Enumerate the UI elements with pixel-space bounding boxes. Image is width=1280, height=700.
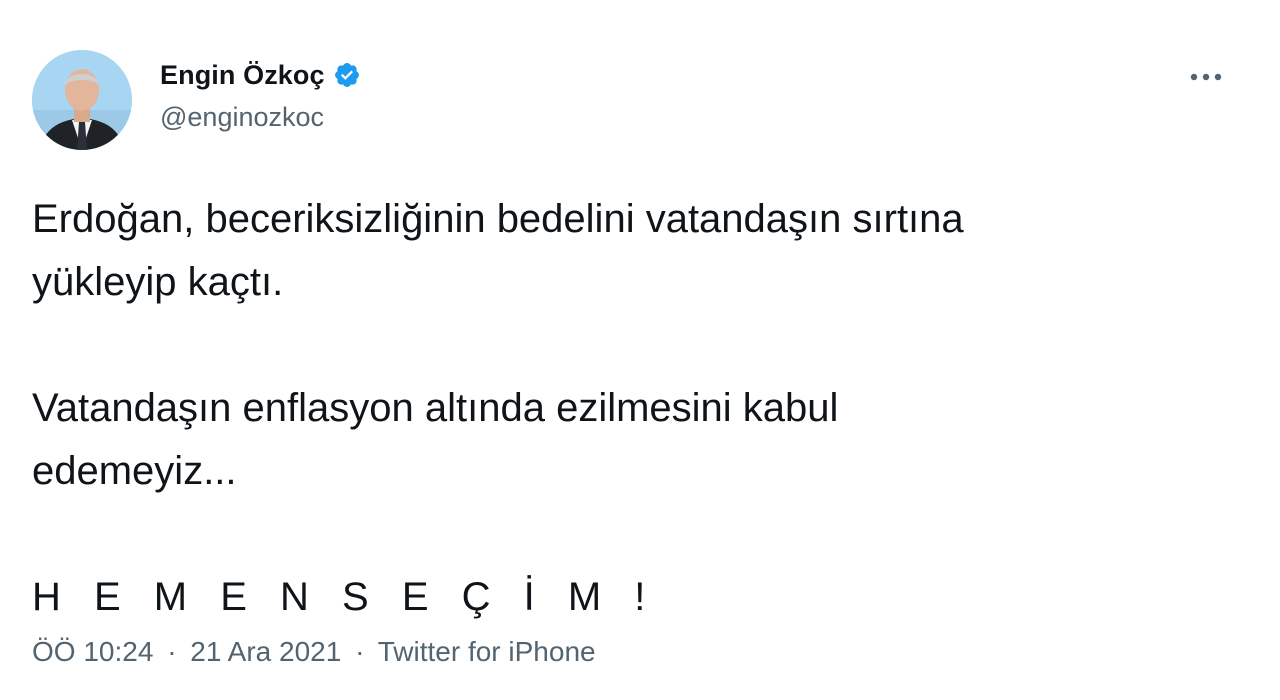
tweet-metadata: ÖÖ 10:24 · 21 Ara 2021 · Twitter for iPh… — [32, 636, 596, 668]
verified-badge-icon — [333, 61, 361, 89]
more-horizontal-icon — [1190, 73, 1222, 81]
tweet-source[interactable]: Twitter for iPhone — [378, 636, 596, 667]
meta-separator: · — [355, 636, 365, 667]
user-handle[interactable]: @enginozkoc — [160, 102, 361, 133]
avatar[interactable] — [32, 50, 132, 150]
tweet-card: Engin Özkoç @enginozkoc Erdoğan, becerik… — [0, 0, 1280, 700]
tweet-line: Erdoğan, beceriksizliğinin bedelini vata… — [32, 197, 964, 241]
avatar-photo — [32, 50, 132, 150]
tweet-text: Erdoğan, beceriksizliğinin bedelini vata… — [32, 188, 1232, 629]
display-name[interactable]: Engin Özkoç — [160, 60, 325, 91]
author-info: Engin Özkoç @enginozkoc — [160, 58, 361, 133]
more-options-button[interactable] — [1184, 62, 1228, 92]
tweet-line: edemeyiz... — [32, 449, 237, 493]
tweet-time[interactable]: ÖÖ 10:24 — [32, 636, 153, 667]
tweet-date[interactable]: 21 Ara 2021 — [190, 636, 341, 667]
tweet-line: Vatandaşın enflasyon altında ezilmesini … — [32, 386, 839, 430]
tweet-line: H E M E N S E Ç İ M ! — [32, 575, 657, 619]
name-row: Engin Özkoç — [160, 58, 361, 92]
meta-separator: · — [167, 636, 177, 667]
tweet-line: yükleyip kaçtı. — [32, 260, 284, 304]
